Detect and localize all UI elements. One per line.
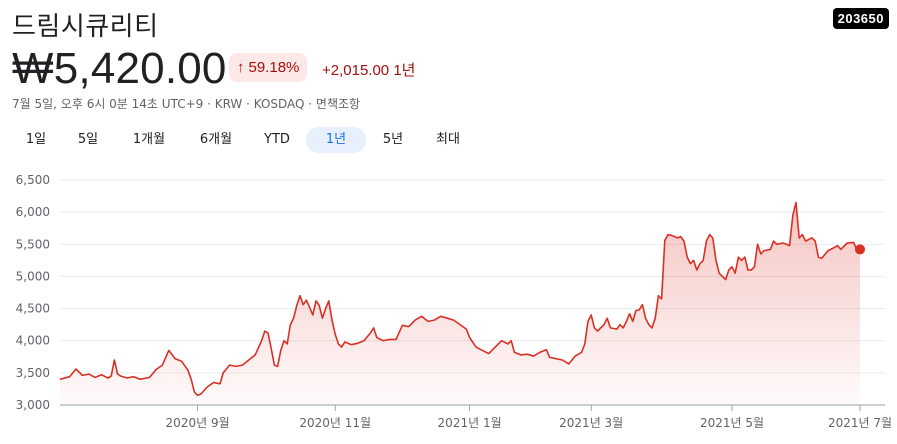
price-area [60, 202, 860, 405]
y-tick-label: 4,500 [16, 302, 50, 316]
x-tick-label: 2021년 1월 [438, 416, 502, 430]
y-axis: 6,500 6,000 5,500 5,000 4,500 4,000 3,500 3,000 [16, 173, 50, 412]
x-axis: 2020년 9월 2020년 11월 2021년 1월 2021년 3월 2021년 5… [166, 405, 892, 430]
y-tick-label: 6,000 [16, 205, 50, 219]
price-chart[interactable]: 6,500 6,000 5,500 5,000 4,500 4,000 3,500 3,000… [0, 0, 897, 444]
y-tick-label: 3,000 [16, 398, 50, 412]
last-price-dot [855, 244, 865, 255]
y-tick-label: 4,000 [16, 334, 50, 348]
x-tick-label: 2021년 3월 [559, 416, 623, 430]
x-tick-label: 2021년 7월 [828, 416, 892, 430]
x-tick-label: 2020년 11월 [299, 416, 371, 430]
y-tick-label: 6,500 [16, 173, 50, 187]
y-tick-label: 5,000 [16, 269, 50, 283]
y-tick-label: 5,500 [16, 237, 50, 251]
x-tick-label: 2021년 5월 [700, 416, 764, 430]
y-tick-label: 3,500 [16, 366, 50, 380]
x-tick-label: 2020년 9월 [166, 416, 230, 430]
